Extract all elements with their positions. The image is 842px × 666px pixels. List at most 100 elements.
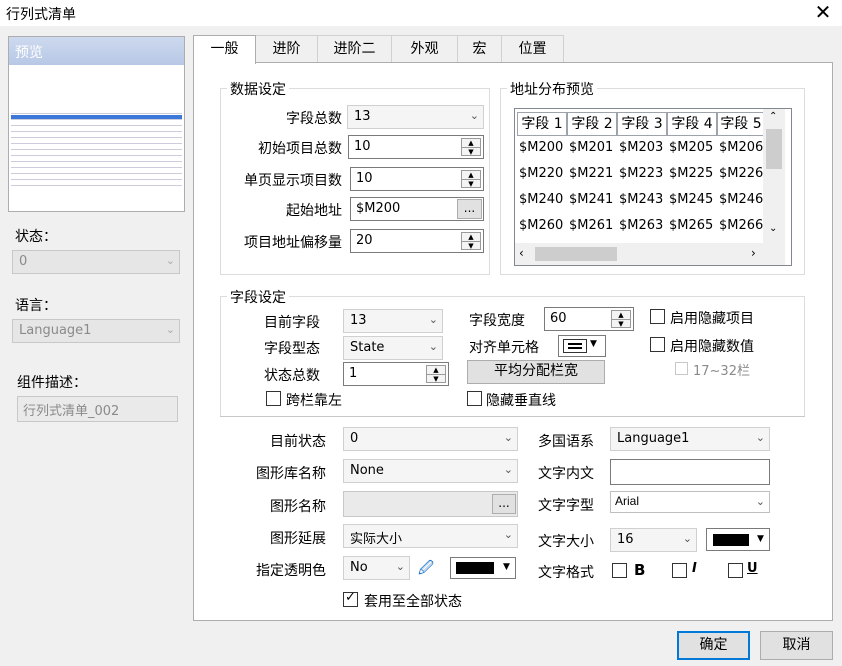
extend-select[interactable]: 实际大小 ⌄ <box>343 524 518 548</box>
dropdown-arrow-icon: ▼ <box>590 339 597 349</box>
scroll-right-icon[interactable]: › <box>751 246 756 260</box>
bold-checkbox[interactable] <box>612 563 627 578</box>
page-items-spinner[interactable]: 10 ▲ ▼ <box>350 167 484 191</box>
preview-label: 预览 <box>9 37 184 65</box>
state-select[interactable]: 0 ⌄ <box>12 250 180 274</box>
title-bar <box>0 0 842 26</box>
field-settings-title: 字段设定 <box>227 287 289 307</box>
window-title: 行列式清单 <box>6 7 76 23</box>
scroll-thumb[interactable] <box>766 129 782 169</box>
size-select[interactable]: 16 ⌄ <box>610 528 697 552</box>
state-label: 状态： <box>15 229 57 245</box>
align-label: 对齐单元格 <box>469 340 539 356</box>
tab-advanced-2[interactable]: 进阶二 <box>317 35 392 63</box>
spin-buttons[interactable]: ▲ ▼ <box>461 138 481 156</box>
tab-advanced[interactable]: 进阶 <box>255 35 318 63</box>
spin-buttons[interactable]: ▲ ▼ <box>461 232 481 250</box>
bold-icon: B <box>634 561 646 579</box>
tab-position[interactable]: 位置 <box>501 35 564 63</box>
field-count-select[interactable]: 13 ⌄ <box>347 105 484 129</box>
text-label: 文字内文 <box>538 466 594 482</box>
italic-checkbox[interactable] <box>672 563 687 578</box>
transparent-select[interactable]: No ⌄ <box>343 556 410 580</box>
grid-column-header: 字段 4 <box>667 112 717 136</box>
tab-macro[interactable]: 宏 <box>457 35 502 63</box>
grid-column-header: 字段 5 <box>717 112 765 136</box>
offset-spinner[interactable]: 20 ▲ ▼ <box>350 229 484 253</box>
transparent-color-picker[interactable]: ▼ <box>450 557 516 579</box>
divider <box>220 416 805 417</box>
apply-all-checkbox[interactable] <box>343 590 358 607</box>
grid-cell: $M221 <box>569 166 614 181</box>
grid-cell: $M261 <box>569 218 614 233</box>
chevron-down-icon: ⌄ <box>469 109 479 122</box>
tab-appearance[interactable]: 外观 <box>391 35 458 63</box>
field-type-select[interactable]: State ⌄ <box>343 336 443 360</box>
text-color-picker[interactable]: ▼ <box>706 528 770 551</box>
chevron-down-icon: ⌄ <box>682 532 692 545</box>
grid-vertical-scrollbar[interactable]: ⌃ ⌄ <box>763 109 785 243</box>
format-label: 文字格式 <box>538 565 594 581</box>
addr-preview-title: 地址分布预览 <box>507 79 597 99</box>
scroll-down-icon[interactable]: ⌄ <box>769 223 777 234</box>
distribute-width-button[interactable]: 平均分配栏宽 <box>467 360 605 384</box>
close-icon[interactable]: ✕ <box>812 1 834 23</box>
start-addr-browse-button[interactable]: ... <box>457 199 482 219</box>
tab-general[interactable]: 一般 <box>193 35 256 64</box>
lang-select[interactable]: Language1 ⌄ <box>610 427 770 451</box>
span-left-checkbox[interactable] <box>266 391 281 406</box>
grid-cell: $M203 <box>619 140 664 155</box>
spin-buttons[interactable]: ▲ ▼ <box>461 170 481 188</box>
dropdown-arrow-icon: ▼ <box>503 562 510 572</box>
underline-checkbox[interactable] <box>728 563 743 578</box>
extend-label: 图形延展 <box>270 531 326 547</box>
field-width-spinner[interactable]: 60 ▲ ▼ <box>544 307 634 331</box>
grid-cell: $M266 <box>719 218 764 233</box>
offset-label: 项目地址偏移量 <box>244 235 342 251</box>
graphic-browse-button[interactable]: ... <box>492 494 516 514</box>
state-count-label: 状态总数 <box>264 368 320 384</box>
italic-icon: I <box>692 561 697 576</box>
grid-cell: $M265 <box>669 218 714 233</box>
init-items-spinner[interactable]: 10 ▲ ▼ <box>348 135 484 159</box>
font-select[interactable]: Arial ⌄ <box>610 491 770 513</box>
spin-buttons[interactable]: ▲ ▼ <box>611 310 631 328</box>
field-type-label: 字段型态 <box>264 341 320 357</box>
chevron-down-icon: ⌄ <box>503 431 513 444</box>
language-select[interactable]: Language1 ⌄ <box>12 319 180 343</box>
spin-buttons[interactable]: ▲ ▼ <box>426 365 446 383</box>
cur-state-select[interactable]: 0 ⌄ <box>343 427 518 451</box>
transparent-label: 指定透明色 <box>256 563 326 579</box>
state-count-spinner[interactable]: 1 ▲ ▼ <box>343 362 449 386</box>
grid-cell: $M225 <box>669 166 714 181</box>
chevron-down-icon: ⌄ <box>503 528 513 541</box>
col-range-checkbox[interactable] <box>675 362 688 375</box>
underline-icon: U <box>747 561 758 576</box>
grid-cell: $M201 <box>569 140 614 155</box>
grid-cell: $M240 <box>519 192 564 207</box>
desc-field[interactable]: 行列式清单_002 <box>17 396 178 422</box>
cur-field-label: 目前字段 <box>264 315 320 331</box>
color-swatch <box>456 562 494 574</box>
scroll-left-icon[interactable]: ‹ <box>519 246 524 260</box>
hide-item-checkbox[interactable] <box>650 309 665 324</box>
cancel-button[interactable]: 取消 <box>760 631 833 660</box>
hide-vline-checkbox[interactable] <box>467 391 482 406</box>
grid-column-header: 字段 1 <box>517 112 567 136</box>
gallery-select[interactable]: None ⌄ <box>343 459 518 483</box>
cur-field-select[interactable]: 13 ⌄ <box>343 309 443 333</box>
font-label: 文字字型 <box>538 498 594 514</box>
scroll-thumb[interactable] <box>535 247 617 261</box>
grid-horizontal-scrollbar[interactable]: ‹ › <box>515 243 785 265</box>
lang-label: 多国语系 <box>538 434 594 450</box>
text-content-field[interactable] <box>610 459 770 485</box>
page-items-label: 单页显示项目数 <box>244 173 342 189</box>
init-items-label: 初始项目总数 <box>258 141 342 157</box>
eyedropper-icon[interactable]: 🖉 <box>418 558 438 578</box>
cur-state-label: 目前状态 <box>270 434 326 450</box>
hide-value-checkbox[interactable] <box>650 337 665 352</box>
scroll-up-icon[interactable]: ⌃ <box>769 111 777 122</box>
ok-button[interactable]: 确定 <box>677 631 750 660</box>
align-picker[interactable]: ▼ <box>558 335 606 357</box>
preview-thumbnail <box>11 109 182 199</box>
